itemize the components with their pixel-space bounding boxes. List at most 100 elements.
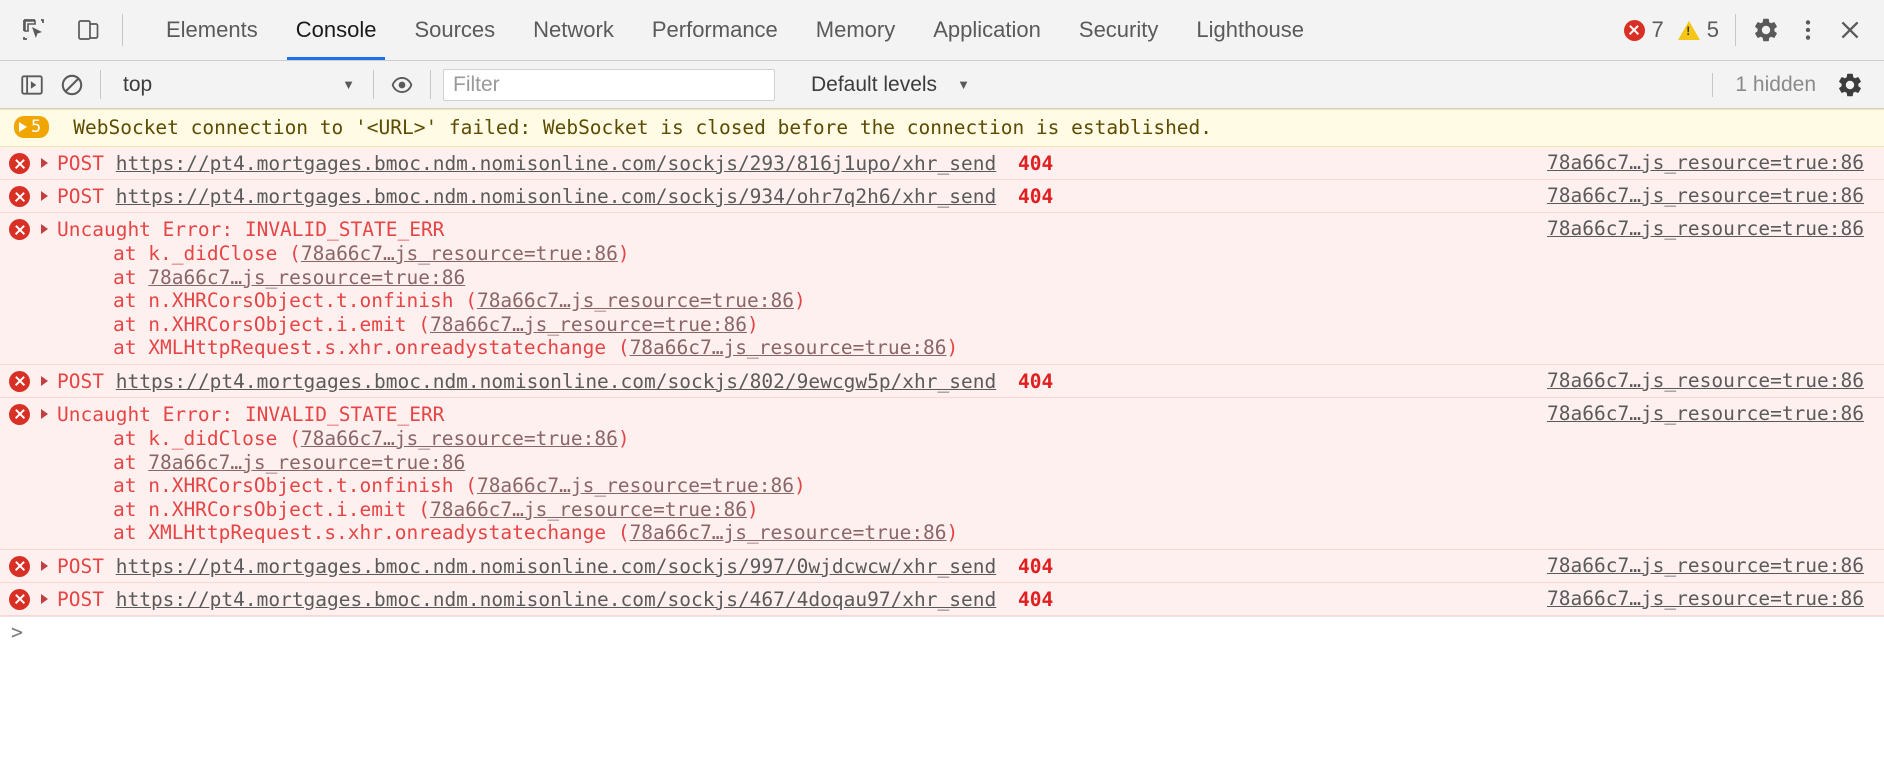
kebab-menu-icon[interactable]: [1788, 10, 1828, 50]
stack-frame-link[interactable]: 78a66c7…js_resource=true:86: [301, 427, 618, 450]
console-row-network-error[interactable]: POST https://pt4.mortgages.bmoc.ndm.nomi…: [0, 583, 1884, 616]
stack-frame-link[interactable]: 78a66c7…js_resource=true:86: [430, 498, 747, 521]
filterbar-divider-2: [373, 70, 374, 99]
console-warning-group[interactable]: 5 WebSocket connection to '<URL>' failed…: [0, 109, 1884, 147]
tab-elements[interactable]: Elements: [147, 0, 277, 60]
stack-frame-link[interactable]: 78a66c7…js_resource=true:86: [430, 313, 747, 336]
exception-title: Uncaught Error: INVALID_STATE_ERR: [57, 218, 1527, 241]
request-url-link[interactable]: https://pt4.mortgages.bmoc.ndm.nomisonli…: [116, 588, 997, 611]
stack-frame-link[interactable]: 78a66c7…js_resource=true:86: [148, 266, 465, 289]
console-row-network-error[interactable]: POST https://pt4.mortgages.bmoc.ndm.nomi…: [0, 147, 1884, 180]
warning-count-value: 5: [1707, 17, 1719, 43]
status-code: 404: [1018, 185, 1053, 208]
stack-frame-link[interactable]: 78a66c7…js_resource=true:86: [477, 474, 794, 497]
stack-frame-link[interactable]: 78a66c7…js_resource=true:86: [148, 451, 465, 474]
error-icon: [1624, 20, 1645, 41]
stack-frame-link[interactable]: 78a66c7…js_resource=true:86: [630, 521, 947, 544]
request-url-link[interactable]: https://pt4.mortgages.bmoc.ndm.nomisonli…: [116, 185, 997, 208]
tab-elements-label: Elements: [166, 17, 258, 43]
error-icon: [9, 153, 30, 174]
console-prompt[interactable]: >: [0, 616, 1884, 647]
tab-console[interactable]: Console: [277, 0, 396, 60]
stack-frame-prefix: at n.XHRCorsObject.t.onfinish (: [113, 474, 477, 497]
tab-security-label: Security: [1079, 17, 1158, 43]
error-icon: [9, 589, 30, 610]
prompt-caret: >: [11, 620, 23, 644]
source-link[interactable]: 78a66c7…js_resource=true:86: [1547, 216, 1884, 240]
inspect-element-icon[interactable]: [14, 10, 54, 50]
hidden-messages-count[interactable]: 1 hidden: [1712, 73, 1830, 97]
source-location-cell: 78a66c7…js_resource=true:86: [1527, 217, 1884, 240]
expand-triangle-icon[interactable]: [41, 376, 57, 386]
source-link[interactable]: 78a66c7…js_resource=true:86: [1547, 150, 1884, 174]
log-levels-select[interactable]: Default levels ▼: [811, 73, 970, 97]
tab-application[interactable]: Application: [914, 0, 1060, 60]
tab-network[interactable]: Network: [514, 0, 633, 60]
error-icon: [9, 404, 30, 425]
source-link[interactable]: 78a66c7…js_resource=true:86: [1547, 183, 1884, 207]
console-settings-gear-icon[interactable]: [1830, 65, 1870, 105]
request-url-link[interactable]: https://pt4.mortgages.bmoc.ndm.nomisonli…: [116, 370, 997, 393]
tab-sources[interactable]: Sources: [395, 0, 514, 60]
stack-frame-link[interactable]: 78a66c7…js_resource=true:86: [301, 242, 618, 265]
chevron-down-icon: ▼: [342, 77, 355, 92]
close-icon[interactable]: [1830, 10, 1870, 50]
devtools-tab-list: Elements Console Sources Network Perform…: [133, 0, 1618, 60]
gear-icon[interactable]: [1746, 10, 1786, 50]
error-count-badge[interactable]: 7: [1618, 17, 1670, 43]
filter-input[interactable]: [443, 69, 775, 101]
error-icon: [9, 186, 30, 207]
warning-count-badge[interactable]: 5: [1672, 17, 1725, 43]
tab-performance-label: Performance: [652, 17, 778, 43]
stack-frame: at 78a66c7…js_resource=true:86: [113, 451, 1527, 475]
stack-frame: at n.XHRCorsObject.t.onfinish (78a66c7…j…: [113, 474, 1527, 498]
expand-triangle-icon[interactable]: [41, 224, 57, 234]
request-url-link[interactable]: https://pt4.mortgages.bmoc.ndm.nomisonli…: [116, 555, 997, 578]
tab-memory[interactable]: Memory: [797, 0, 914, 60]
error-icon: [9, 556, 30, 577]
source-location-cell: 78a66c7…js_resource=true:86: [1527, 554, 1884, 577]
tab-lighthouse-label: Lighthouse: [1196, 17, 1304, 43]
source-link[interactable]: 78a66c7…js_resource=true:86: [1547, 368, 1884, 392]
source-link[interactable]: 78a66c7…js_resource=true:86: [1547, 401, 1884, 425]
expand-triangle-icon[interactable]: [41, 158, 57, 168]
console-row-network-error[interactable]: POST https://pt4.mortgages.bmoc.ndm.nomi…: [0, 180, 1884, 213]
console-row-network-error[interactable]: POST https://pt4.mortgages.bmoc.ndm.nomi…: [0, 365, 1884, 398]
source-link[interactable]: 78a66c7…js_resource=true:86: [1547, 586, 1884, 610]
console-message-list[interactable]: 5 WebSocket connection to '<URL>' failed…: [0, 109, 1884, 770]
source-location-cell: 78a66c7…js_resource=true:86: [1527, 587, 1884, 610]
console-message-text: Uncaught Error: INVALID_STATE_ERR at k._…: [57, 217, 1527, 360]
devtools-tabbar: Elements Console Sources Network Perform…: [0, 0, 1884, 61]
request-url-link[interactable]: https://pt4.mortgages.bmoc.ndm.nomisonli…: [116, 152, 997, 175]
console-row-exception[interactable]: Uncaught Error: INVALID_STATE_ERR at k._…: [0, 213, 1884, 365]
toolbar-divider: [122, 14, 123, 46]
execute-script-icon[interactable]: [12, 65, 52, 105]
console-message-text: POST https://pt4.mortgages.bmoc.ndm.nomi…: [57, 554, 1527, 578]
expand-triangle-icon[interactable]: [41, 409, 57, 419]
stack-frame-link[interactable]: 78a66c7…js_resource=true:86: [630, 336, 947, 359]
http-method: POST: [57, 185, 104, 208]
expand-triangle-icon[interactable]: [41, 561, 57, 571]
console-message-text: POST https://pt4.mortgages.bmoc.ndm.nomi…: [57, 587, 1527, 611]
tab-console-label: Console: [296, 17, 377, 43]
stack-frame-prefix: at XMLHttpRequest.s.xhr.onreadystatechan…: [113, 521, 630, 544]
stack-frame-suffix: ): [794, 474, 806, 497]
warning-group-badge[interactable]: 5: [14, 116, 49, 138]
tab-lighthouse[interactable]: Lighthouse: [1177, 0, 1323, 60]
device-toolbar-icon[interactable]: [68, 10, 108, 50]
stack-frame: at XMLHttpRequest.s.xhr.onreadystatechan…: [113, 521, 1527, 545]
expand-triangle-icon[interactable]: [41, 191, 57, 201]
stack-frame-suffix: ): [794, 289, 806, 312]
stack-frame-link[interactable]: 78a66c7…js_resource=true:86: [477, 289, 794, 312]
source-link[interactable]: 78a66c7…js_resource=true:86: [1547, 553, 1884, 577]
expand-triangle-icon[interactable]: [41, 594, 57, 604]
tab-performance[interactable]: Performance: [633, 0, 797, 60]
live-expression-icon[interactable]: [382, 65, 422, 105]
clear-console-icon[interactable]: [52, 65, 92, 105]
tab-security[interactable]: Security: [1060, 0, 1177, 60]
console-row-network-error[interactable]: POST https://pt4.mortgages.bmoc.ndm.nomi…: [0, 550, 1884, 583]
execution-context-select[interactable]: top ▼: [109, 68, 365, 102]
execution-context-value: top: [123, 73, 152, 97]
tab-memory-label: Memory: [816, 17, 895, 43]
console-row-exception[interactable]: Uncaught Error: INVALID_STATE_ERR at k._…: [0, 398, 1884, 550]
